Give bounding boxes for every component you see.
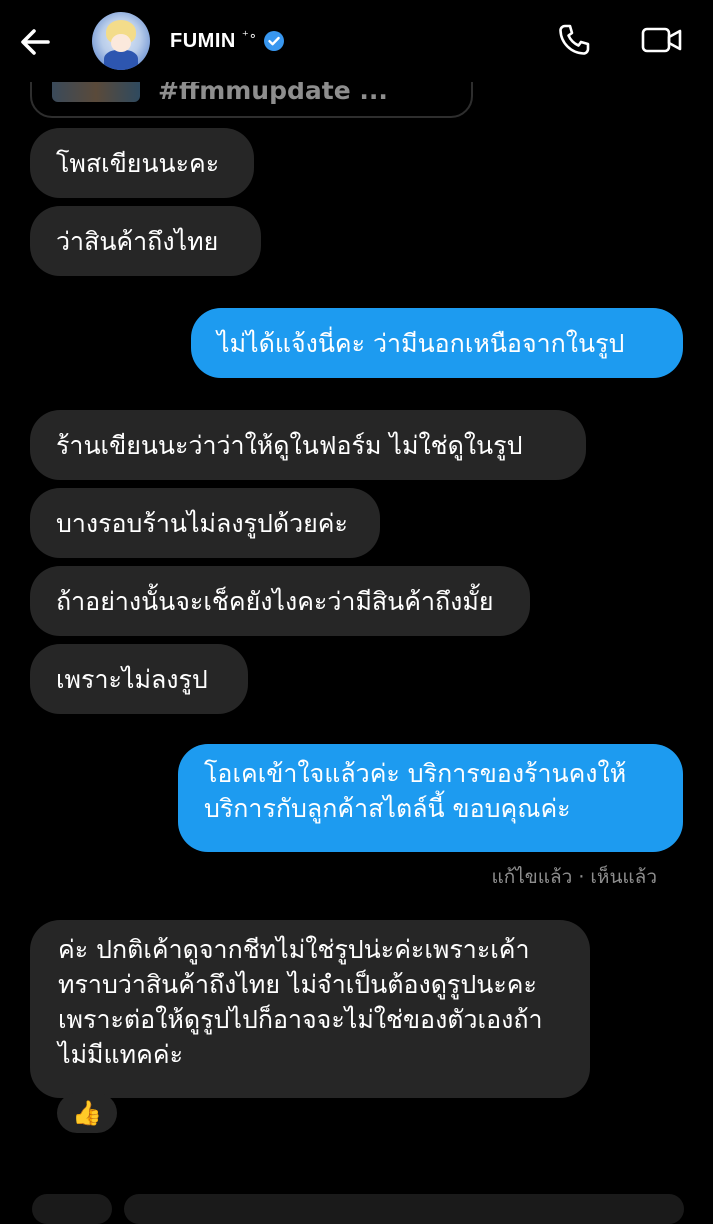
message-input[interactable] xyxy=(124,1194,684,1224)
message-status: แก้ไขแล้ว · เห็นแล้ว xyxy=(491,866,657,888)
chat-header: FUMIN ⁺∘ xyxy=(0,0,713,82)
contact-name-suffix: ⁺∘ xyxy=(241,28,257,44)
message-bubble-incoming[interactable]: ร้านเขียนนะว่าว่าให้ดูในฟอร์ม ไม่ใช่ดูใน… xyxy=(30,410,586,480)
message-bubble-incoming[interactable]: โพสเขียนนะคะ xyxy=(30,128,254,198)
contact-name-group[interactable]: FUMIN ⁺∘ xyxy=(170,26,285,56)
avatar-figure-body xyxy=(104,50,138,70)
verified-badge-icon xyxy=(263,31,284,51)
message-bubble-incoming[interactable]: ว่าสินค้าถึงไทย xyxy=(30,206,261,276)
message-composer xyxy=(0,1188,713,1224)
message-bubble-outgoing[interactable]: ไม่ได้แจ้งนี่คะ ว่ามีนอกเหนือจากในรูป xyxy=(191,308,683,378)
message-bubble-incoming[interactable]: ถ้าอย่างนั้นจะเช็คยังไงคะว่ามีสินค้าถึงม… xyxy=(30,566,530,636)
thumbs-up-icon: 👍 xyxy=(72,1099,102,1127)
message-bubble-incoming[interactable]: บางรอบร้านไม่ลงรูปด้วยค่ะ xyxy=(30,488,380,558)
composer-camera-button[interactable] xyxy=(32,1194,112,1224)
avatar[interactable] xyxy=(92,12,150,70)
back-arrow-icon[interactable] xyxy=(18,24,54,60)
message-bubble-incoming[interactable]: เพราะไม่ลงรูป xyxy=(30,644,248,714)
thumbs-up-reaction[interactable]: 👍 xyxy=(57,1093,117,1133)
message-bubble-incoming[interactable]: ค่ะ ปกติเค้าดูจากชีทไม่ใช่รูปน่ะค่ะเพราะ… xyxy=(30,920,590,1098)
phone-call-icon[interactable] xyxy=(556,22,592,58)
contact-name: FUMIN xyxy=(170,29,236,52)
avatar-figure-face xyxy=(111,34,131,52)
message-bubble-outgoing[interactable]: โอเคเข้าใจแล้วค่ะ บริการของร้านคงให้บริก… xyxy=(178,744,683,852)
video-call-icon[interactable] xyxy=(640,24,684,56)
